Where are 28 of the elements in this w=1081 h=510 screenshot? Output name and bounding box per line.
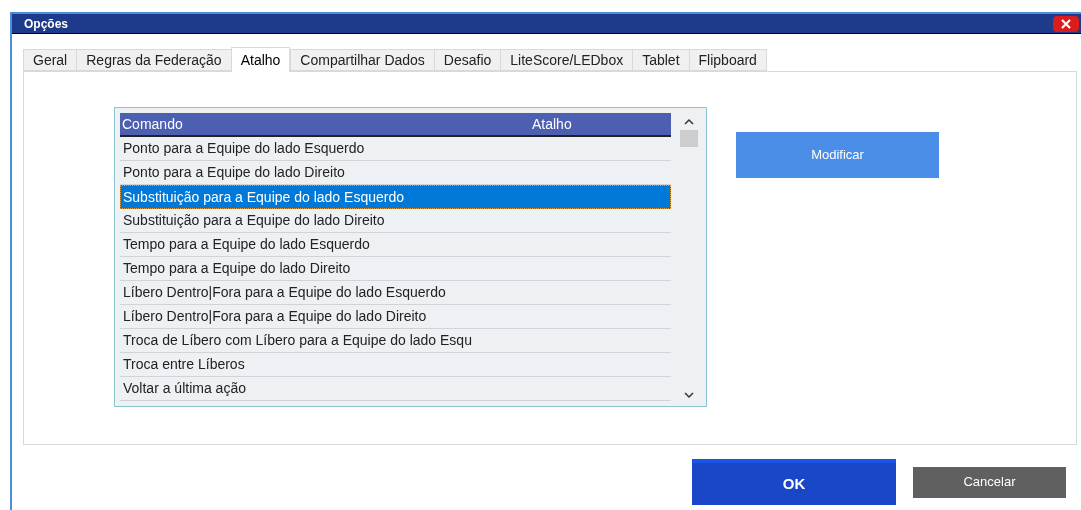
list-row[interactable]: Troca entre Líberos: [120, 353, 671, 377]
tab[interactable]: Compartilhar Dados: [290, 49, 434, 71]
list-row[interactable]: Tempo para a Equipe do lado Esquerdo: [120, 233, 671, 257]
tab[interactable]: LiteScore/LEDbox: [500, 49, 633, 71]
scroll-down-icon[interactable]: [684, 391, 694, 399]
ok-button[interactable]: OK: [692, 459, 896, 505]
column-header: Atalho: [532, 114, 572, 134]
column-header: Comando: [121, 114, 184, 134]
tab[interactable]: Desafio: [433, 49, 501, 71]
tab[interactable]: Geral: [23, 49, 77, 71]
window-title: Opções: [24, 15, 68, 33]
list-row[interactable]: Voltar a última ação: [120, 377, 671, 401]
list-row[interactable]: Substituição para a Equipe do lado Esquerdo: [120, 185, 671, 209]
tab[interactable]: Flipboard: [688, 49, 767, 71]
tab[interactable]: Regras da Federação: [76, 49, 231, 71]
tab[interactable]: Tablet: [632, 49, 689, 71]
list-row[interactable]: Ponto para a Equipe do lado Esquerdo: [120, 137, 671, 161]
list-row[interactable]: Tempo para a Equipe do lado Direito: [120, 257, 671, 281]
tab[interactable]: Atalho: [230, 47, 291, 72]
scroll-thumb[interactable]: [680, 130, 698, 147]
close-button[interactable]: [1053, 15, 1079, 32]
cancel-button[interactable]: Cancelar: [913, 466, 1066, 498]
list-row[interactable]: Troca de Líbero com Líbero para a Equipe do lado Esqu: [120, 329, 671, 353]
list-row[interactable]: Líbero Dentro|Fora para a Equipe do lado Esquerdo: [120, 281, 671, 305]
scroll-up-icon[interactable]: [684, 118, 694, 126]
close-icon: [1061, 18, 1071, 29]
list-row[interactable]: Líbero Dentro|Fora para a Equipe do lado Direito: [120, 305, 671, 329]
list-row[interactable]: Substituição para a Equipe do lado Direito: [120, 209, 671, 233]
